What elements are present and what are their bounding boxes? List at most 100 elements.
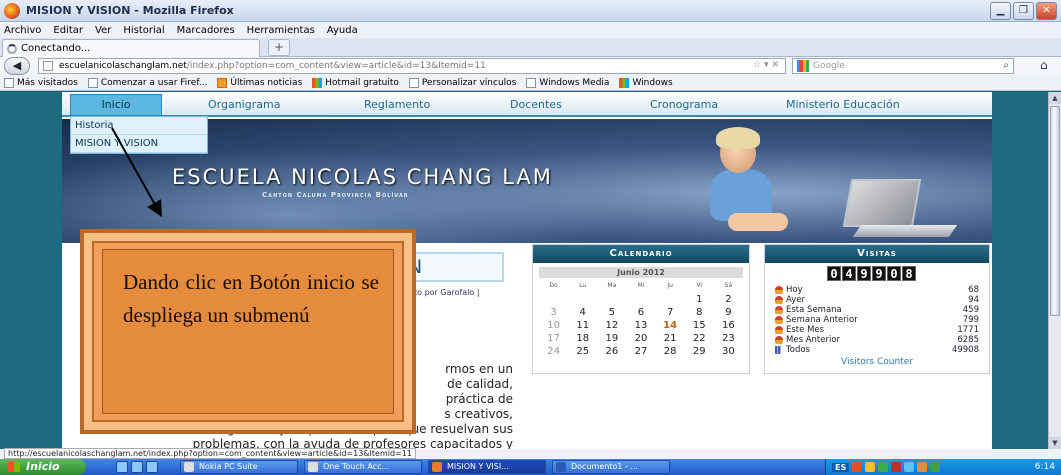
calendar-day[interactable]: 5: [597, 306, 626, 319]
bookmark-comenzar[interactable]: Comenzar a usar Firef...: [87, 77, 207, 88]
tray-clock: 6:14: [1034, 462, 1055, 472]
tray-app-icon[interactable]: [878, 462, 889, 472]
ie-icon[interactable]: [116, 461, 128, 473]
counter-digit: 0: [827, 266, 841, 281]
child-leg: [728, 213, 788, 231]
visit-stat-row: Hoy 68: [775, 285, 979, 295]
minimize-button[interactable]: ▁: [990, 2, 1011, 20]
media-icon[interactable]: [131, 461, 143, 473]
calendar-day[interactable]: 6: [626, 306, 655, 319]
msn-icon: [312, 77, 323, 88]
calendar-day[interactable]: 27: [626, 345, 655, 358]
menu-ver[interactable]: Ver: [95, 25, 111, 36]
task-onetouch[interactable]: One Touch Acc...: [304, 460, 422, 474]
scroll-thumb[interactable]: [1050, 106, 1060, 316]
bookmark-mas-visitados[interactable]: Más visitados: [4, 77, 78, 88]
tray-app-icon[interactable]: [852, 462, 863, 472]
nav-reglamento[interactable]: Reglamento: [364, 98, 430, 111]
nav-ministerio[interactable]: Ministerio Educación: [786, 98, 900, 111]
new-tab-button[interactable]: +: [268, 39, 290, 56]
calendar-day[interactable]: 1: [685, 293, 714, 306]
nav-docentes[interactable]: Docentes: [510, 98, 562, 111]
firefox-quick-icon[interactable]: [146, 461, 158, 473]
maximize-button[interactable]: ❐: [1013, 2, 1034, 20]
calendar-day[interactable]: 7: [656, 306, 685, 319]
calendar-day[interactable]: 30: [714, 345, 743, 358]
person-icon: [775, 296, 783, 304]
visit-stat-value: 1771: [957, 325, 979, 335]
vertical-scrollbar[interactable]: ▲ ▼: [1048, 92, 1061, 449]
scroll-down-icon[interactable]: ▼: [1049, 437, 1061, 449]
calendar-day[interactable]: 3: [539, 306, 568, 319]
scroll-up-icon[interactable]: ▲: [1049, 92, 1061, 104]
menu-herramientas[interactable]: Herramientas: [247, 25, 315, 36]
url-domain: escuelanicolaschanglam.net: [59, 61, 187, 71]
calendar-day[interactable]: 11: [568, 319, 597, 332]
visits-title: Visitas: [765, 245, 989, 263]
tray-app-icon[interactable]: [891, 462, 902, 472]
calendar-day[interactable]: 13: [626, 319, 655, 332]
calendar-day[interactable]: 4: [568, 306, 597, 319]
calendar-day[interactable]: 20: [626, 332, 655, 345]
visit-stat-row: Ayer 94: [775, 295, 979, 305]
back-button[interactable]: ◀: [4, 57, 30, 75]
search-box[interactable]: Google ⌕: [792, 58, 1014, 74]
task-nokia[interactable]: Nokia PC Suite: [180, 460, 298, 474]
calendar-day[interactable]: 16: [714, 319, 743, 332]
bookmark-noticias[interactable]: Últimas noticias: [217, 77, 302, 88]
calendar-day[interactable]: 29: [685, 345, 714, 358]
calendar-day[interactable]: 12: [597, 319, 626, 332]
calendar-day[interactable]: 2: [714, 293, 743, 306]
calendar-day[interactable]: 17: [539, 332, 568, 345]
tray-app-icon[interactable]: [930, 462, 941, 472]
task-firefox[interactable]: MISION Y VISI...: [428, 460, 546, 474]
menu-marcadores[interactable]: Marcadores: [177, 25, 235, 36]
home-icon[interactable]: ⌂: [1040, 58, 1048, 72]
search-icon[interactable]: ⌕: [1003, 60, 1009, 71]
calendar-day[interactable]: 18: [568, 332, 597, 345]
bookmark-hotmail[interactable]: Hotmail gratuito: [312, 77, 399, 88]
tray-app-icon[interactable]: [865, 462, 876, 472]
bookmark-windows[interactable]: Windows: [619, 77, 673, 88]
calendar-day[interactable]: 28: [656, 345, 685, 358]
nav-organigrama[interactable]: Organigrama: [208, 98, 280, 111]
close-button[interactable]: ✕: [1036, 2, 1057, 20]
task-word[interactable]: Documento1 - ...: [552, 460, 670, 474]
menu-historial[interactable]: Historial: [123, 25, 164, 36]
calendar-day[interactable]: 21: [656, 332, 685, 345]
calendar-day[interactable]: 14: [656, 319, 685, 332]
google-icon: [797, 60, 809, 72]
url-path: /index.php?option=com_content&view=artic…: [186, 61, 486, 71]
page-icon: [87, 77, 98, 88]
calendar-day[interactable]: 19: [597, 332, 626, 345]
url-controls[interactable]: ☆ ▾ ✕: [753, 60, 779, 70]
calendar-day[interactable]: 10: [539, 319, 568, 332]
bookmark-label: Windows: [632, 77, 673, 88]
calendar-day[interactable]: 9: [714, 306, 743, 319]
tray-app-icon[interactable]: [917, 462, 928, 472]
start-button[interactable]: Inicio: [0, 459, 86, 475]
laptop-base: [852, 225, 958, 237]
calendar-day[interactable]: 26: [597, 345, 626, 358]
calendar-day-name: Sá: [724, 282, 733, 289]
url-bar[interactable]: escuelanicolaschanglam.net /index.php?op…: [38, 58, 786, 74]
tray-app-icon[interactable]: [904, 462, 915, 472]
calendar-day[interactable]: 23: [714, 332, 743, 345]
calendar-day[interactable]: 22: [685, 332, 714, 345]
browser-tab[interactable]: Conectando...: [2, 39, 260, 57]
calendar-day[interactable]: 24: [539, 345, 568, 358]
calendar-day[interactable]: 8: [685, 306, 714, 319]
language-indicator[interactable]: ES: [832, 462, 850, 472]
menu-editar[interactable]: Editar: [53, 25, 83, 36]
calendar-day[interactable]: 25: [568, 345, 597, 358]
bookmark-windows-media[interactable]: Windows Media: [526, 77, 609, 88]
menu-ayuda[interactable]: Ayuda: [327, 25, 358, 36]
menu-archivo[interactable]: Archivo: [4, 25, 41, 36]
loading-spinner-icon: [7, 43, 17, 54]
bookmark-personalizar[interactable]: Personalizar vínculos: [408, 77, 516, 88]
tab-strip: Conectando... +: [0, 38, 1061, 57]
calendar-day-name: Ma: [607, 282, 617, 289]
visitors-counter-link[interactable]: Visitors Counter: [765, 357, 989, 367]
nav-cronograma[interactable]: Cronograma: [650, 98, 718, 111]
calendar-day[interactable]: 15: [685, 319, 714, 332]
